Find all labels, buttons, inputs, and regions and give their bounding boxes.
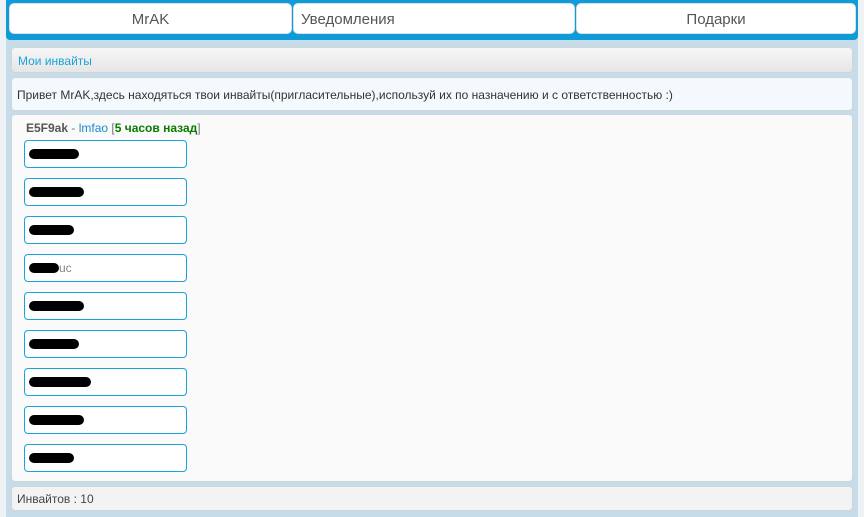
redaction-scribble [29,149,79,159]
tab-gifts[interactable]: Подарки [576,3,856,34]
invite-time: 5 часов назад [114,121,198,135]
separator: - [68,121,79,135]
redaction-scribble [29,187,84,197]
invite-code-input[interactable] [24,292,187,320]
user-link[interactable]: lmfao [79,121,108,135]
invite-group-header: E5F9ak - lmfao [5 часов назад] [26,121,201,135]
redaction-scribble [29,301,84,311]
redaction-scribble [29,377,91,387]
bracket: ] [197,121,201,135]
redaction-scribble [29,339,79,349]
redaction-scribble [29,415,84,425]
invite-code: E5F9ak [26,121,69,135]
invite-code-input[interactable]: uc [24,254,187,282]
invite-code-input[interactable] [24,140,187,168]
redaction-scribble [29,225,74,235]
invite-code-input[interactable] [24,216,187,244]
invite-code-input[interactable] [24,178,187,206]
invite-code-input[interactable] [24,330,187,358]
redaction-scribble [29,453,74,463]
greeting-text: Привет MrAK,здесь находяться твои инвайт… [11,77,853,111]
invite-code-input[interactable] [24,444,187,472]
tab-notifications[interactable]: Уведомления [293,3,575,34]
invite-count: Инвайтов : 10 [11,486,853,511]
top-tabs: MrAK Уведомления Подарки [6,0,858,40]
section-title[interactable]: Мои инвайты [11,47,853,73]
invites-panel: E5F9ak - lmfao [5 часов назад] uc [11,114,853,482]
invite-code-input[interactable] [24,368,187,396]
invite-code-input[interactable] [24,406,187,434]
redaction-scribble [29,263,59,273]
tab-profile[interactable]: MrAK [9,3,292,34]
